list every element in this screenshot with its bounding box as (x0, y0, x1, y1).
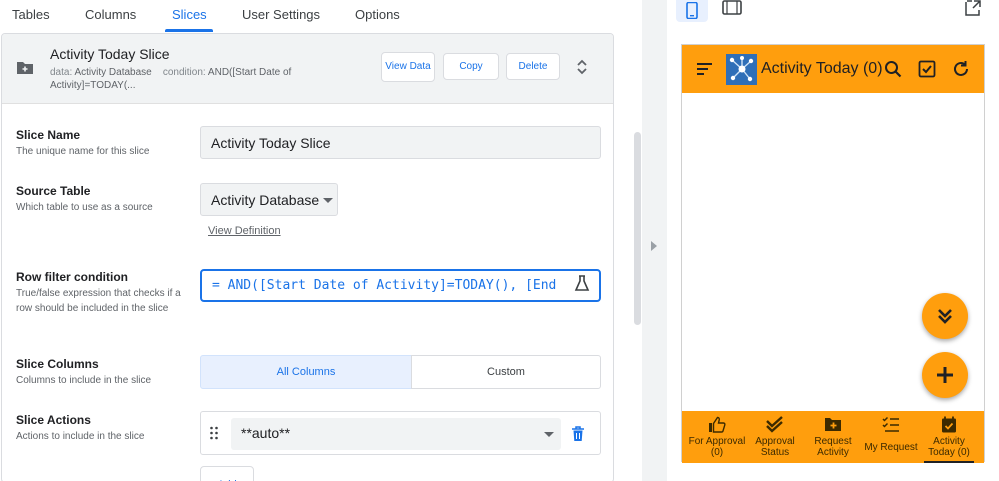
slice-title: Activity Today Slice (50, 46, 170, 62)
data-label: data: (50, 67, 73, 78)
source-table-select[interactable]: Activity Database (200, 183, 338, 216)
source-table-label: Source Table (16, 184, 91, 198)
slice-panel: Activity Today Slice data: Activity Data… (1, 33, 614, 481)
active-tab-indicator (165, 29, 213, 32)
tablet-icon[interactable] (722, 0, 742, 16)
custom-columns-option[interactable]: Custom (411, 355, 601, 389)
all-columns-option[interactable]: All Columns (200, 355, 412, 389)
delete-button[interactable]: Delete (506, 53, 560, 80)
nav-label-line1: Request (814, 436, 852, 447)
phone-icon (686, 2, 698, 19)
row-filter-description: True/false expression that checks if a r… (16, 288, 181, 314)
nav-label-line2: Today (0) (928, 447, 970, 458)
double-check-icon (766, 416, 783, 433)
condition-label: condition: (162, 67, 206, 78)
add-box-icon (825, 418, 841, 431)
source-table-description: Which table to use as a source (16, 202, 153, 213)
phone-view-toggle[interactable] (676, 0, 708, 22)
nav-item-for-approval[interactable]: For Approval (0) (688, 411, 746, 463)
add-action-button[interactable]: Add (200, 466, 254, 481)
panel-scrollbar[interactable] (634, 132, 641, 325)
nav-label-line2: Status (760, 447, 790, 458)
tab-options[interactable]: Options (355, 7, 400, 22)
slice-action-value: **auto** (241, 425, 291, 441)
trash-icon[interactable] (571, 426, 585, 442)
slice-actions-row: **auto** (200, 411, 601, 455)
copy-button[interactable]: Copy (443, 53, 499, 80)
app-logo-icon (726, 54, 757, 85)
slice-name-label: Slice Name (16, 128, 81, 142)
tab-user-settings[interactable]: User Settings (242, 7, 320, 22)
slice-header[interactable]: Activity Today Slice data: Activity Data… (2, 34, 613, 104)
view-data-button[interactable]: View Data (381, 52, 435, 82)
nav-item-approval-status[interactable]: Approval Status (746, 411, 804, 463)
folder-add-icon (17, 62, 33, 74)
nav-item-request-activity[interactable]: Request Activity (804, 411, 862, 463)
flask-icon[interactable] (574, 275, 590, 293)
slice-columns-description: Columns to include in the slice (16, 375, 152, 386)
slice-summary: data: Activity Database condition: AND([… (50, 66, 350, 92)
app-bar: Activity Today (0) (682, 45, 984, 93)
chevron-down-icon (323, 198, 333, 203)
active-nav-indicator (924, 461, 974, 463)
nav-label-line1: For Approval (688, 436, 746, 447)
add-record-fab[interactable] (922, 352, 968, 398)
nav-item-my-request[interactable]: My Request (862, 411, 920, 463)
nav-label-line2: (0) (710, 447, 724, 458)
checkbox-icon[interactable] (918, 60, 936, 78)
tab-slices[interactable]: Slices (172, 7, 207, 22)
fullscreen-icon[interactable] (965, 0, 981, 16)
view-definition-link[interactable]: View Definition (208, 225, 281, 237)
nav-item-activity-today[interactable]: Activity Today (0) (920, 411, 978, 463)
bottom-navigation: For Approval (0) Approval Status Request… (682, 411, 984, 463)
menu-icon[interactable] (696, 62, 713, 76)
thumbs-up-icon (709, 416, 726, 433)
slice-name-description: The unique name for this slice (16, 146, 150, 157)
unfold-icon[interactable] (576, 59, 588, 75)
tab-columns[interactable]: Columns (85, 7, 136, 22)
nav-label-line2: Activity (817, 447, 849, 458)
slice-actions-label: Slice Actions (16, 413, 91, 427)
drag-handle-icon[interactable] (209, 426, 219, 440)
row-filter-label: Row filter condition (16, 270, 128, 284)
slice-actions-description: Actions to include in the slice (16, 431, 145, 442)
slice-name-input[interactable]: Activity Today Slice (200, 126, 601, 159)
app-view-title: Activity Today (0) (761, 60, 883, 77)
nav-label-line1: Approval (755, 436, 795, 447)
refresh-icon[interactable] (952, 60, 970, 78)
slice-columns-label: Slice Columns (16, 357, 99, 371)
search-icon[interactable] (884, 60, 902, 78)
source-table-value: Activity Database (211, 192, 320, 208)
row-filter-expression[interactable]: = AND([Start Date of Activity]=TODAY(), … (200, 269, 601, 302)
nav-label-line1: Activity (933, 436, 965, 447)
calendar-check-icon (942, 416, 956, 433)
tab-tables[interactable]: Tables (12, 7, 50, 22)
checklist-icon (882, 416, 899, 432)
data-value: Activity Database (74, 67, 152, 78)
editor-tabs: Tables Columns Slices User Settings Opti… (0, 0, 620, 32)
app-preview: Activity Today (0) For Approval (0) Appr… (681, 44, 985, 463)
scroll-down-fab[interactable] (922, 293, 968, 339)
chevron-down-icon (544, 432, 554, 437)
nav-label-line1: My Request (864, 442, 918, 453)
splitter-arrow-icon (651, 241, 657, 251)
slice-action-select[interactable]: **auto** (231, 418, 561, 450)
double-chevron-down-icon (938, 309, 952, 324)
plus-icon (937, 367, 953, 383)
